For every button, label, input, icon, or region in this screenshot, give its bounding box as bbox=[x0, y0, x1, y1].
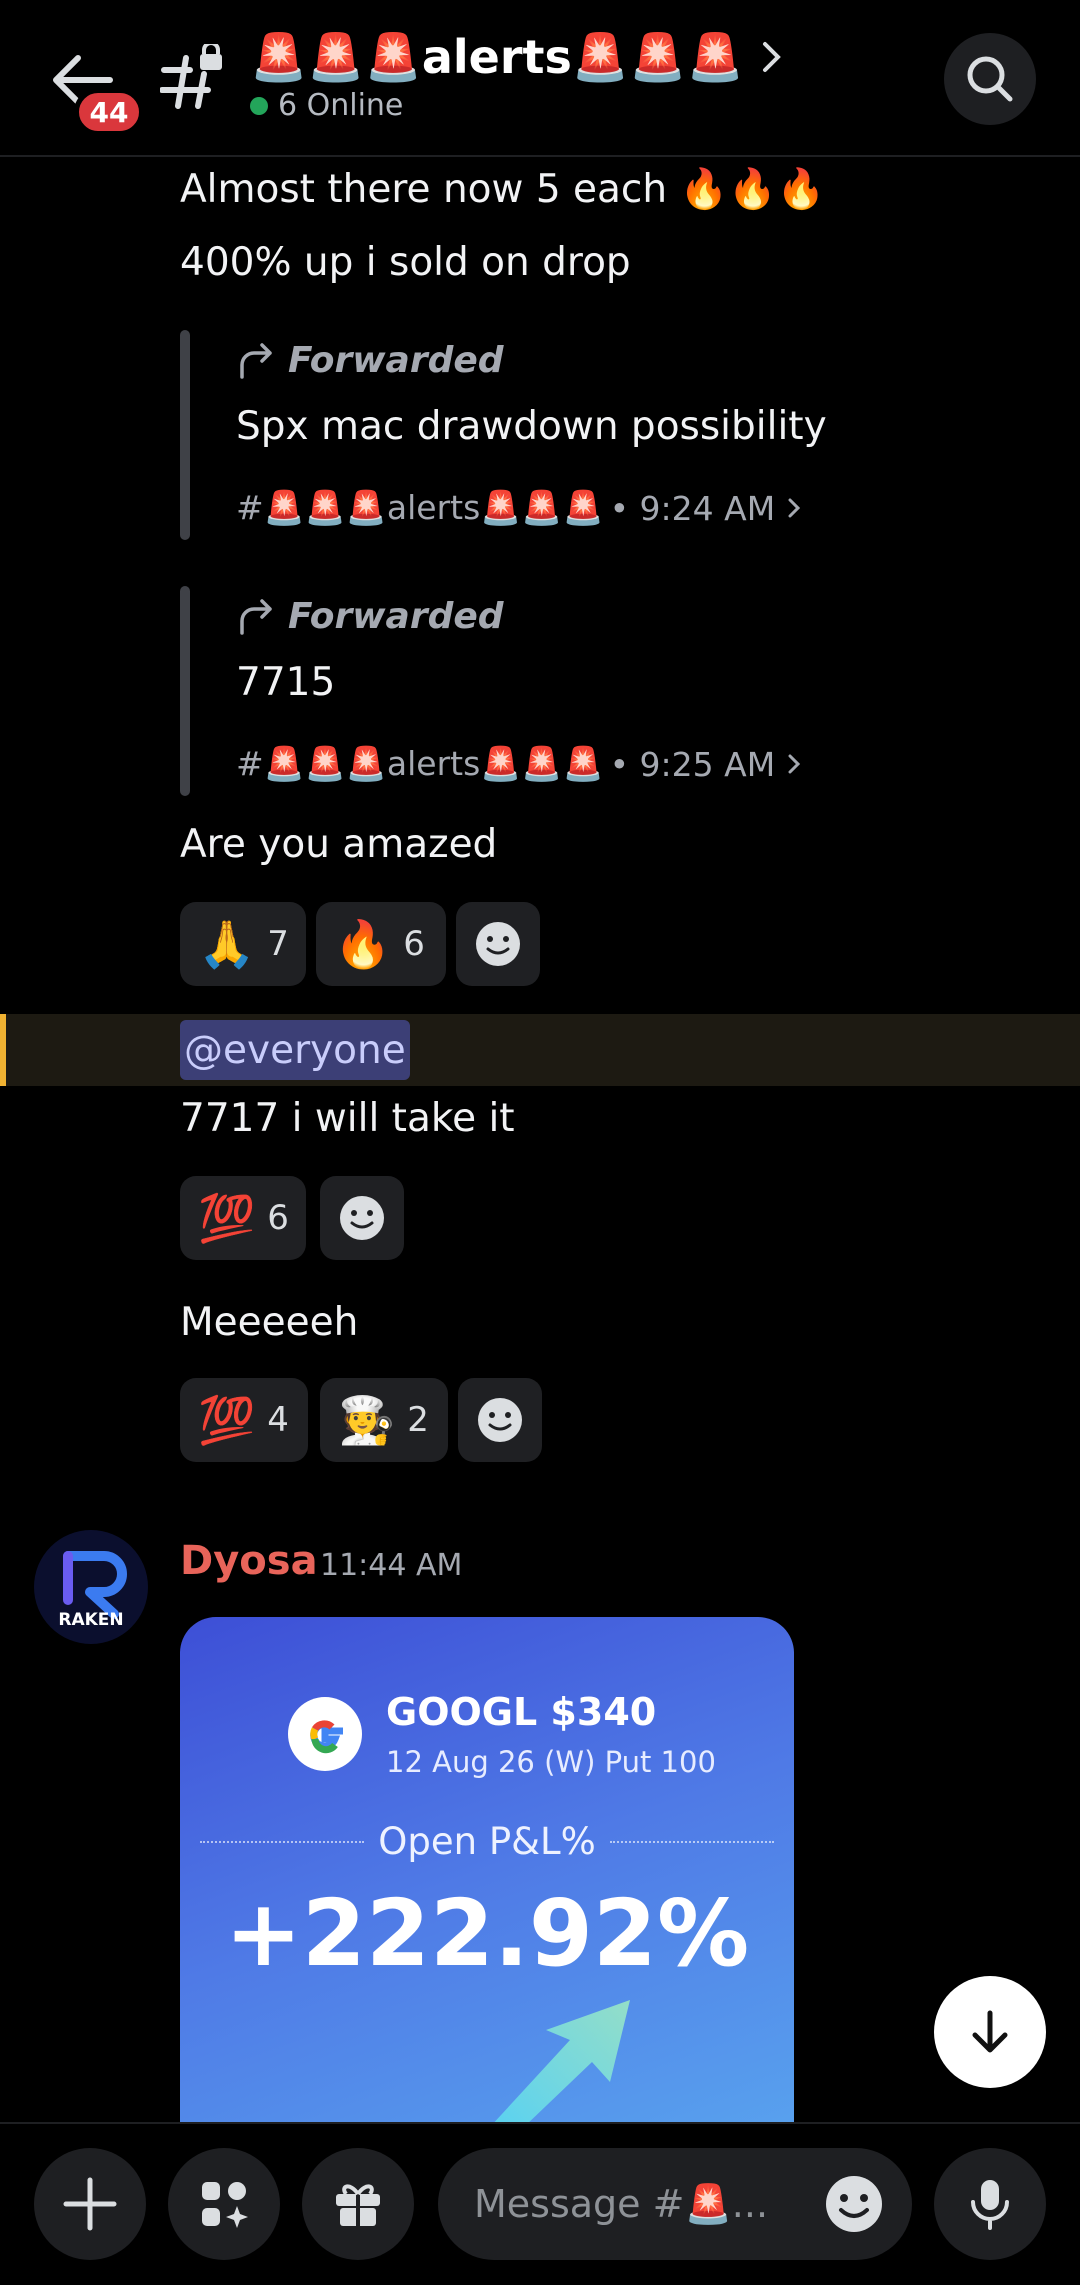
hundred-emoji-icon: 💯 bbox=[198, 1393, 256, 1447]
message-text: 400% up i sold on drop bbox=[180, 240, 631, 285]
reaction-fire[interactable]: 🔥 6 bbox=[316, 902, 446, 986]
chevron-right-icon[interactable] bbox=[756, 40, 786, 74]
gift-button[interactable] bbox=[302, 2148, 414, 2260]
smiley-icon bbox=[340, 1196, 384, 1240]
plus-icon bbox=[63, 2177, 117, 2231]
source-channel[interactable]: #🚨🚨🚨alerts🚨🚨🚨 bbox=[236, 488, 604, 528]
reaction-count: 7 bbox=[267, 924, 289, 964]
apps-button[interactable] bbox=[168, 2148, 280, 2260]
chevron-right-icon bbox=[788, 754, 801, 774]
search-button[interactable] bbox=[944, 33, 1036, 125]
message-text: 7717 i will take it bbox=[180, 1096, 515, 1141]
search-icon bbox=[967, 56, 1013, 102]
author-name[interactable]: Dyosa bbox=[180, 1538, 318, 1584]
card-contract: 12 Aug 26 (W) Put 100 bbox=[386, 1745, 716, 1779]
hundred-emoji-icon: 💯 bbox=[198, 1191, 256, 1245]
add-reaction-button[interactable] bbox=[456, 902, 540, 986]
reaction-count: 6 bbox=[267, 1198, 289, 1238]
avatar-label: RAKEN bbox=[58, 1610, 124, 1630]
jump-to-latest-button[interactable] bbox=[934, 1976, 1046, 2088]
apps-icon bbox=[202, 2182, 248, 2228]
reaction-pray[interactable]: 🙏 7 bbox=[180, 902, 306, 986]
pl-label-text: Open P&L% bbox=[378, 1820, 596, 1863]
forward-bar bbox=[180, 330, 190, 540]
forwarded-text: 7715 bbox=[236, 660, 336, 705]
add-attachment-button[interactable] bbox=[34, 2148, 146, 2260]
forwarded-text: Spx mac drawdown possibility bbox=[236, 404, 827, 449]
mention-everyone[interactable]: @everyone bbox=[180, 1020, 410, 1080]
card-pl-label: Open P&L% bbox=[200, 1820, 774, 1863]
microphone-icon bbox=[971, 2180, 1009, 2230]
chevron-right-icon bbox=[788, 498, 801, 518]
forward-arrow-icon bbox=[240, 342, 272, 379]
forward-arrow-icon bbox=[240, 598, 272, 635]
reaction-count: 4 bbox=[267, 1400, 289, 1440]
pray-emoji-icon: 🙏 bbox=[198, 917, 256, 971]
forwarded-label-text: Forwarded bbox=[288, 596, 504, 637]
message-text: Are you amazed bbox=[180, 822, 498, 867]
cook-emoji-icon: 🧑‍🍳 bbox=[338, 1393, 396, 1447]
forwarded-label: Forwarded bbox=[236, 340, 504, 381]
emoji-picker-icon[interactable] bbox=[822, 2172, 886, 2236]
arrow-down-icon bbox=[972, 2010, 1008, 2053]
card-pl-value: +222.92% bbox=[224, 1880, 750, 1987]
up-arrow-graphic-icon bbox=[490, 2000, 630, 2127]
message-timestamp: 11:44 AM bbox=[320, 1548, 463, 1583]
message-text: Meeeeeh bbox=[180, 1300, 359, 1345]
message-text: Almost there now 5 each 🔥🔥🔥 bbox=[180, 167, 826, 212]
source-time: • 9:24 AM bbox=[609, 488, 776, 528]
reaction-100[interactable]: 💯 6 bbox=[180, 1176, 306, 1260]
locked-channel-hash-icon bbox=[160, 44, 222, 109]
forward-bar bbox=[180, 586, 190, 796]
forwarded-source[interactable]: #🚨🚨🚨alerts🚨🚨🚨 • 9:25 AM bbox=[236, 744, 807, 784]
forwarded-source[interactable]: #🚨🚨🚨alerts🚨🚨🚨 • 9:24 AM bbox=[236, 488, 807, 528]
source-time: • 9:25 AM bbox=[609, 744, 776, 784]
gift-icon bbox=[336, 2184, 380, 2226]
forwarded-label: Forwarded bbox=[236, 596, 504, 637]
mention-highlight bbox=[0, 1014, 1080, 1086]
reaction-count: 2 bbox=[407, 1400, 429, 1440]
avatar[interactable]: RAKEN bbox=[34, 1530, 148, 1644]
unread-badge: 44 bbox=[74, 88, 144, 136]
fire-emoji-icon: 🔥 bbox=[334, 917, 392, 971]
online-dot-icon bbox=[250, 96, 268, 115]
reaction-count: 6 bbox=[403, 924, 425, 964]
add-reaction-button[interactable] bbox=[320, 1176, 404, 1260]
reaction-100[interactable]: 💯 4 bbox=[180, 1378, 308, 1462]
forwarded-label-text: Forwarded bbox=[288, 340, 504, 381]
google-logo-icon bbox=[288, 1697, 362, 1771]
online-count: 6 Online bbox=[278, 88, 404, 123]
reaction-cook[interactable]: 🧑‍🍳 2 bbox=[320, 1378, 448, 1462]
smiley-icon bbox=[478, 1398, 522, 1442]
voice-message-button[interactable] bbox=[934, 2148, 1046, 2260]
source-channel[interactable]: #🚨🚨🚨alerts🚨🚨🚨 bbox=[236, 744, 604, 784]
add-reaction-button[interactable] bbox=[458, 1378, 542, 1462]
online-status: 6 Online bbox=[250, 88, 403, 123]
channel-title[interactable]: 🚨🚨🚨alerts🚨🚨🚨 bbox=[250, 30, 744, 85]
smiley-icon bbox=[476, 922, 520, 966]
card-ticker: GOOGL $340 bbox=[386, 1690, 657, 1734]
mention-stripe bbox=[0, 1014, 6, 1086]
